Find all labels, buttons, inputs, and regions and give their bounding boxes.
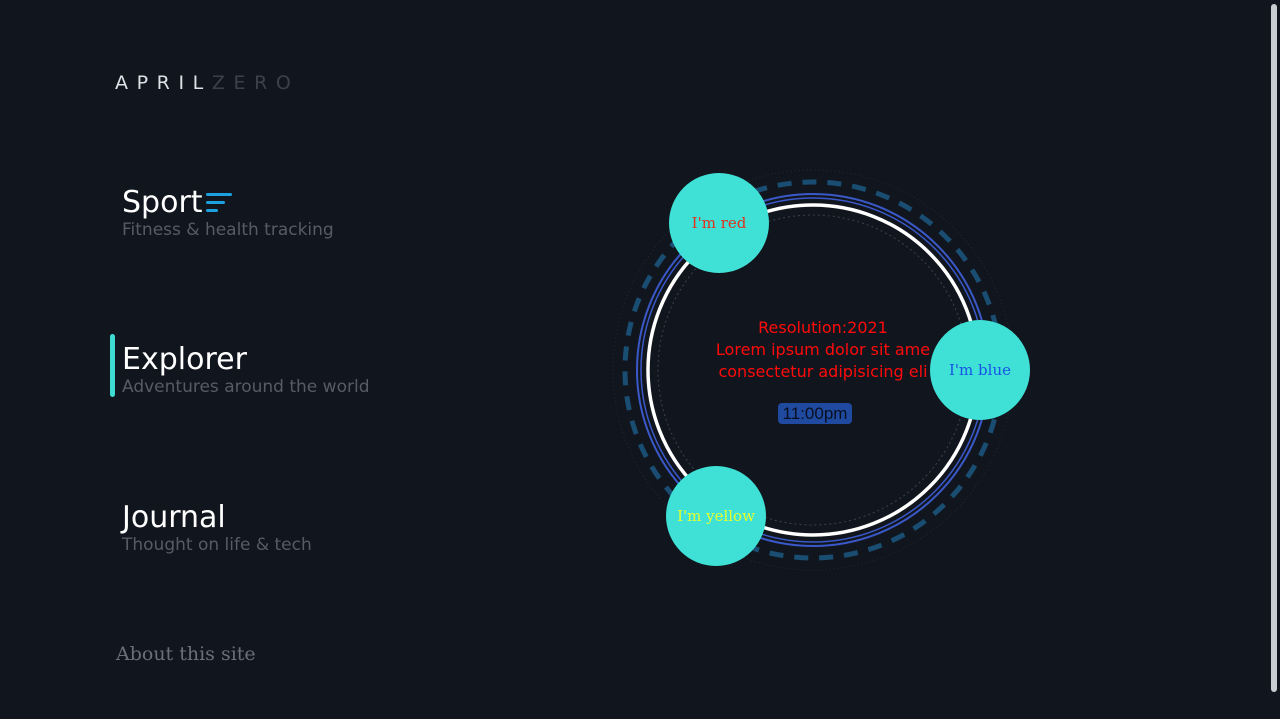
page: APRILZERO Sport Fitness & health trackin… xyxy=(0,0,1280,719)
bars-lines-icon xyxy=(206,193,232,215)
nav-item-explorer[interactable]: Explorer Adventures around the world xyxy=(110,334,440,407)
lorem-line-1: Lorem ipsum dolor sit ame xyxy=(715,340,931,359)
nav-subtitle-journal: Thought on life & tech xyxy=(122,535,312,555)
nav-title-journal: Journal xyxy=(122,500,226,535)
scrollbar-thumb[interactable] xyxy=(1271,4,1277,692)
vertical-scrollbar[interactable] xyxy=(1268,0,1280,719)
lorem-line-2: consectetur adipisicing eli xyxy=(718,362,928,381)
logo-bright: APRIL xyxy=(115,72,212,94)
dial-center-text: Resolution:2021 Lorem ipsum dolor sit am… xyxy=(698,317,948,383)
bubble-yellow-label: I'm yellow xyxy=(677,507,755,525)
nav-subtitle-sport: Fitness & health tracking xyxy=(122,220,334,240)
bubble-blue[interactable]: I'm blue xyxy=(930,320,1030,420)
bubble-red-label: I'm red xyxy=(691,214,747,232)
nav-title-explorer: Explorer xyxy=(122,342,247,377)
bubble-red[interactable]: I'm red xyxy=(669,173,769,273)
nav-item-sport[interactable]: Sport Fitness & health tracking xyxy=(110,186,440,250)
resolution-dial: Resolution:2021 Lorem ipsum dolor sit am… xyxy=(610,165,1030,575)
active-indicator xyxy=(110,334,115,397)
resolution-label: Resolution:2021 xyxy=(758,318,888,337)
nav-title-sport: Sport xyxy=(122,185,203,220)
site-logo[interactable]: APRILZERO xyxy=(115,72,299,94)
bubble-yellow[interactable]: I'm yellow xyxy=(666,466,766,566)
time-badge: 11:00pm xyxy=(778,403,852,424)
about-link[interactable]: About this site xyxy=(116,643,256,665)
nav-subtitle-explorer: Adventures around the world xyxy=(122,377,370,397)
logo-dim: ZERO xyxy=(211,72,300,94)
bubble-blue-label: I'm blue xyxy=(949,361,1011,379)
nav-item-journal[interactable]: Journal Thought on life & tech xyxy=(110,501,440,565)
